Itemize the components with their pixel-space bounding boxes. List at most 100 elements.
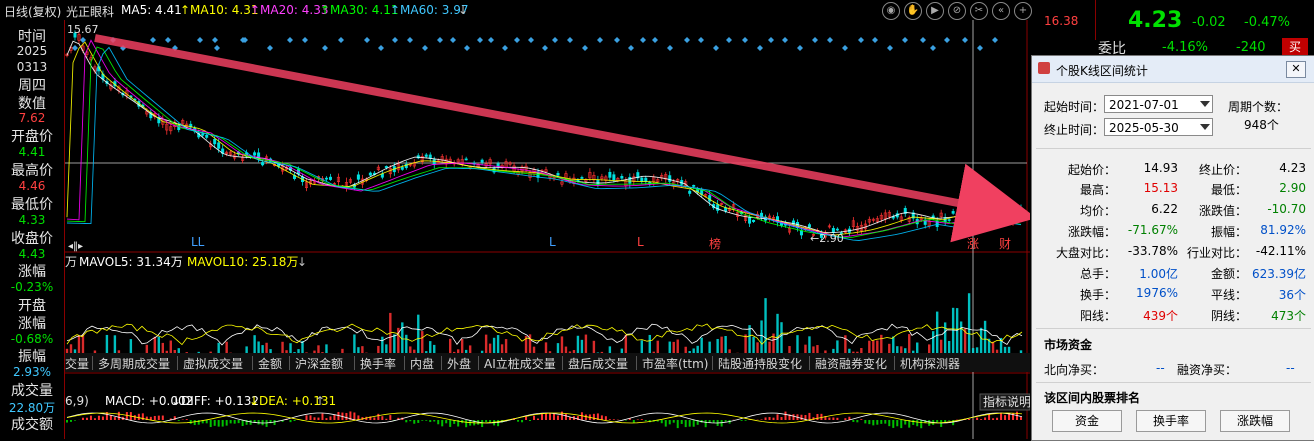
macd-bar <box>912 420 914 425</box>
kline-chart[interactable]: 15.67 ←2.90 LL L L 榜 涨 财 ◂‖▸ 万 MAVOL5: 3… <box>65 20 1030 439</box>
macd-bar <box>333 415 335 420</box>
tab-hs-amount[interactable]: 沪深金额 <box>295 355 343 372</box>
current-price: 4.23 <box>1128 8 1182 33</box>
scissors-icon[interactable]: ✂ <box>970 2 988 20</box>
macd-bar <box>765 417 767 420</box>
macd-bar <box>214 420 216 426</box>
tab-turnover[interactable]: 换手率 <box>360 355 396 372</box>
macd-bar <box>274 420 276 425</box>
macd-bar <box>792 414 794 420</box>
max-price-label: 15.67 <box>67 23 99 36</box>
macd-bar <box>832 417 834 420</box>
macd-bar <box>118 412 120 420</box>
tab-virtual-volume[interactable]: 虚拟成交量 <box>183 355 243 372</box>
north-value: -- <box>1156 361 1165 375</box>
divider <box>404 356 405 370</box>
macd-bar <box>405 420 407 422</box>
close-icon[interactable]: ✕ <box>1286 61 1306 78</box>
macd-bar <box>940 420 942 427</box>
ma20-label: ↑MA20: 4.33 <box>250 3 328 17</box>
macd-bar <box>242 420 244 426</box>
macd-bar <box>852 420 854 422</box>
tab-margin-change[interactable]: 融资融券变化 <box>815 355 887 372</box>
start-time-select[interactable]: 2021-07-01 <box>1104 95 1213 113</box>
rank-turnover-button[interactable]: 换手率 <box>1136 410 1206 432</box>
play-icon[interactable]: ▶ <box>926 2 944 20</box>
eye-icon[interactable]: ◉ <box>882 2 900 20</box>
stat-label: 金额： <box>1177 265 1247 282</box>
tab-outer[interactable]: 外盘 <box>447 355 471 372</box>
stat-value: -10.70 <box>1242 202 1306 216</box>
candle-body <box>425 155 427 157</box>
macd-bar <box>290 420 292 422</box>
candle-body <box>629 177 631 183</box>
macd-bar <box>673 420 675 423</box>
candle-body <box>692 185 694 186</box>
weibi-pct: -4.16% <box>1162 40 1208 55</box>
dialog-titlebar[interactable]: 个股K线区间统计 ✕ <box>1032 56 1314 83</box>
zoom-in-icon[interactable]: + <box>1014 2 1032 20</box>
candle-body <box>641 178 643 182</box>
macd-bar <box>321 414 323 420</box>
macd-bar <box>389 415 391 420</box>
ma-toggle-arrow[interactable]: ↓ <box>458 3 468 17</box>
value-value: 7.62 <box>0 111 64 125</box>
macd-toggle-arrow[interactable]: ↑ <box>315 394 325 408</box>
macd-bar <box>988 414 990 420</box>
macd-params: 6,9) <box>65 394 89 408</box>
stat-value: 36个 <box>1242 286 1306 303</box>
marker-bang: 榜 <box>709 236 721 251</box>
tab-amount[interactable]: 金额 <box>258 355 282 372</box>
tab-northbound-holding[interactable]: 陆股通持股变化 <box>718 355 802 372</box>
candle-body <box>557 173 559 175</box>
macd-bar <box>449 420 451 427</box>
trade-button[interactable]: 买 <box>1282 38 1308 56</box>
rank-fund-button[interactable]: 资金 <box>1052 410 1122 432</box>
macd-bar <box>808 413 810 420</box>
start-time-value: 2021-07-01 <box>1109 98 1179 112</box>
market-fund-title: 市场资金 <box>1044 336 1092 353</box>
tab-inner[interactable]: 内盘 <box>410 355 434 372</box>
tab-multi-period-volume[interactable]: 多周期成交量 <box>98 355 170 372</box>
tab-institution-detector[interactable]: 机构探测器 <box>900 355 960 372</box>
candle-body <box>968 214 970 220</box>
macd-bar <box>381 416 383 420</box>
macd-bar <box>218 420 220 427</box>
candle-body <box>960 208 962 214</box>
vol-toggle-arrow[interactable]: ↓ <box>297 255 307 269</box>
macd-bar <box>605 416 607 420</box>
macd-bar <box>517 420 519 422</box>
end-time-select[interactable]: 2025-05-30 <box>1104 118 1213 136</box>
macd-bar <box>102 417 104 420</box>
tab-after-hours-volume[interactable]: 盘后成交量 <box>568 355 628 372</box>
macd-bar <box>860 419 862 420</box>
macd-bar <box>777 414 779 420</box>
tab-pe-ttm[interactable]: 市盈率(ttm) <box>642 355 708 372</box>
macd-bar <box>210 420 212 427</box>
macd-bar <box>681 420 683 424</box>
candle-body <box>689 191 691 193</box>
hand-icon[interactable]: ✋ <box>904 2 922 20</box>
rank-change-button[interactable]: 涨跌幅 <box>1220 410 1290 432</box>
stat-value: 15.13 <box>1112 181 1178 195</box>
period-label[interactable]: 日线(复权) <box>4 3 61 20</box>
macd-bar <box>884 420 886 424</box>
candle-body <box>836 229 838 230</box>
kline-range-stats-dialog: 个股K线区间统计 ✕ 起始时间： 2021-07-01 终止时间： 2025-0… <box>1031 55 1314 441</box>
macd-bar <box>745 420 747 421</box>
macd-bar <box>693 420 695 427</box>
year-value: 2025 <box>0 44 64 58</box>
candle-body <box>948 220 950 221</box>
eye-off-icon[interactable]: ⊘ <box>948 2 966 20</box>
rewind-icon[interactable]: « <box>992 2 1010 20</box>
macd-bar <box>761 419 763 420</box>
macd-bar <box>601 415 603 420</box>
scroll-left-icon[interactable]: ◂‖▸ <box>68 241 83 252</box>
tab-ai-volume[interactable]: AI立桩成交量 <box>484 355 556 372</box>
macd-bar <box>186 419 188 420</box>
stat-label: 起始价： <box>1036 161 1116 178</box>
tab-volume[interactable]: 交量 <box>65 355 89 372</box>
macd-bar <box>222 420 224 427</box>
macd-bar <box>138 414 140 420</box>
macd-bar <box>485 420 487 422</box>
